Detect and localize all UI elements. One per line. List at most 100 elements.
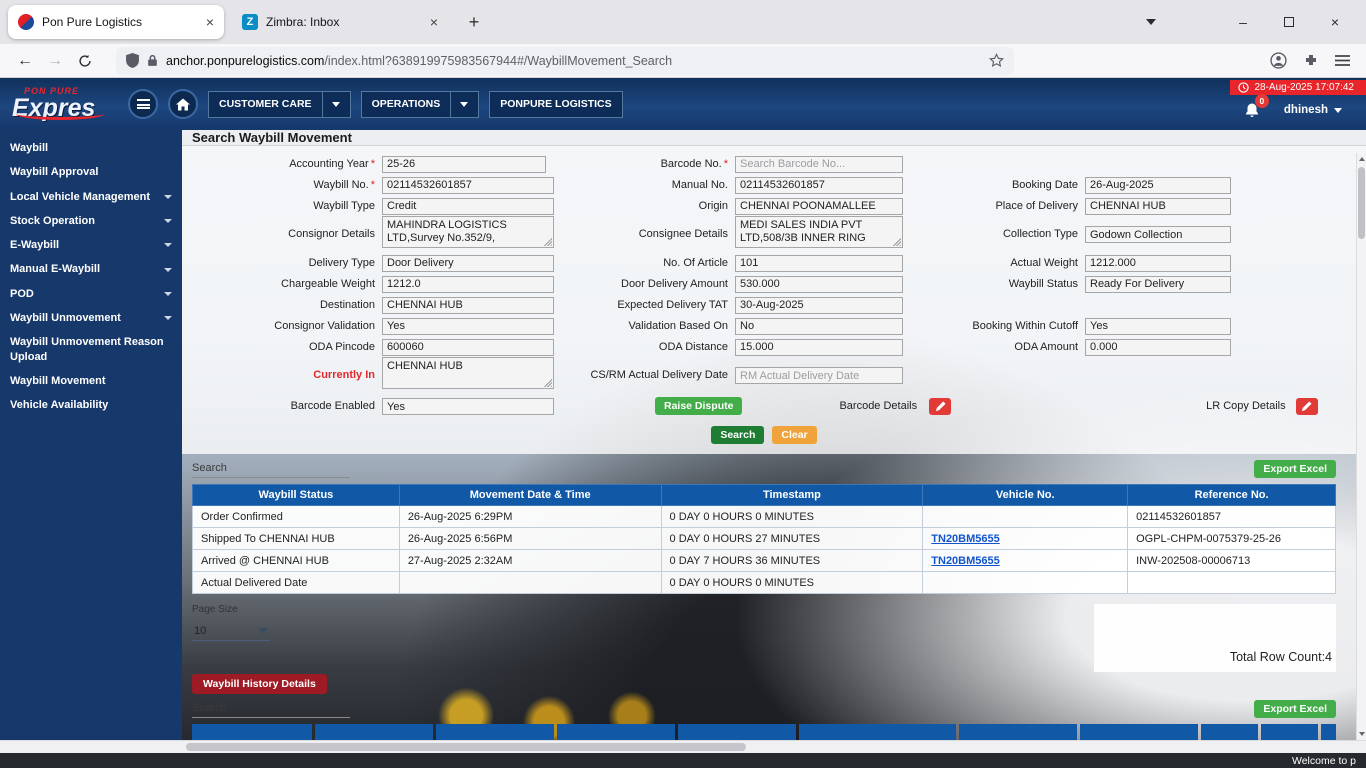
reload-icon[interactable] xyxy=(70,47,100,75)
tab-close-icon[interactable]: × xyxy=(206,14,214,30)
app-logo: PON PURE Expres xyxy=(8,87,118,121)
manual-no-input[interactable] xyxy=(735,176,903,194)
shield-icon[interactable] xyxy=(126,53,139,68)
consignor-details-textarea[interactable]: MAHINDRA LOGISTICS LTD,Survey No.352/9, … xyxy=(382,215,554,248)
oda-distance-input[interactable] xyxy=(735,338,903,356)
table-row: Shipped To CHENNAI HUB 26-Aug-2025 6:56P… xyxy=(192,527,1336,550)
window-controls: – × xyxy=(1128,0,1358,44)
sidebar-item-pod[interactable]: POD xyxy=(0,282,182,306)
raise-dispute-button[interactable]: Raise Dispute xyxy=(655,397,743,415)
delivery-type-input[interactable] xyxy=(382,254,554,272)
history-search-input[interactable]: Search xyxy=(192,702,350,718)
zimbra-favicon: Z xyxy=(242,14,258,30)
history-export-excel-button[interactable]: Export Excel xyxy=(1254,700,1336,718)
destination-input[interactable] xyxy=(382,296,554,314)
barcode-enabled-input[interactable] xyxy=(382,398,554,416)
nav-label: CUSTOMER CARE xyxy=(219,98,312,110)
place-of-delivery-input[interactable] xyxy=(1085,197,1231,215)
vehicle-link[interactable]: TN20BM5655 xyxy=(931,533,999,545)
forward-icon[interactable]: → xyxy=(40,47,70,75)
barcode-no-input[interactable] xyxy=(735,155,903,173)
sidebar-item-waybill-approval[interactable]: Waybill Approval xyxy=(0,160,182,184)
vertical-scrollbar[interactable] xyxy=(1356,153,1366,740)
oda-amount-label: ODA Amount xyxy=(1014,340,1078,353)
oda-amount-input[interactable] xyxy=(1085,338,1231,356)
actual-weight-label: Actual Weight xyxy=(1010,256,1078,269)
page-size-select[interactable]: 10 xyxy=(192,622,270,641)
sidebar-item-vehicle-availability[interactable]: Vehicle Availability xyxy=(0,393,182,417)
sidebar-item-e-waybill[interactable]: E-Waybill xyxy=(0,233,182,257)
tab-zimbra-inbox[interactable]: Z Zimbra: Inbox × xyxy=(232,5,448,39)
tab-title: Zimbra: Inbox xyxy=(266,15,340,29)
home-icon xyxy=(176,98,190,110)
sidebar-item-waybill-movement[interactable]: Waybill Movement xyxy=(0,369,182,393)
header-right: 0 dhinesh xyxy=(1244,93,1358,119)
collection-type-label: Collection Type xyxy=(1002,228,1078,240)
barcode-details-edit-button[interactable] xyxy=(929,397,952,415)
oda-distance-label: ODA Distance xyxy=(658,340,728,353)
url-bar[interactable]: anchor.ponpurelogistics.com/index.html?6… xyxy=(116,46,1014,75)
close-window-button[interactable]: × xyxy=(1312,0,1358,44)
actual-weight-input[interactable] xyxy=(1085,254,1231,272)
chargeable-weight-input[interactable] xyxy=(382,275,554,293)
waybill-no-input[interactable] xyxy=(382,176,554,194)
bookmark-star-icon[interactable] xyxy=(989,53,1004,68)
sidebar-item-waybill-unmovement-reason-upload[interactable]: Waybill Unmovement Reason Upload xyxy=(0,330,182,369)
export-excel-button[interactable]: Export Excel xyxy=(1254,460,1336,478)
horizontal-scrollbar[interactable] xyxy=(0,740,1366,753)
scroll-up-icon[interactable] xyxy=(1357,153,1366,165)
booking-within-cutoff-input[interactable] xyxy=(1085,317,1231,335)
back-icon[interactable]: ← xyxy=(10,47,40,75)
door-delivery-amount-input[interactable] xyxy=(735,275,903,293)
results-search-input[interactable]: Search xyxy=(192,462,350,478)
maximize-button[interactable] xyxy=(1266,0,1312,44)
waybill-status-input[interactable] xyxy=(1085,275,1231,293)
scroll-down-icon[interactable] xyxy=(1357,728,1366,740)
accounting-year-label: Accounting Year xyxy=(289,157,369,170)
nav-operations[interactable]: OPERATIONS xyxy=(360,90,480,118)
oda-pincode-input[interactable] xyxy=(382,338,554,356)
extensions-icon[interactable] xyxy=(1303,53,1319,69)
booking-within-cutoff-label: Booking Within Cutoff xyxy=(972,319,1078,332)
search-button[interactable]: Search xyxy=(711,426,765,444)
booking-date-input[interactable] xyxy=(1085,176,1231,194)
clear-button[interactable]: Clear xyxy=(772,426,817,444)
sidebar-item-waybill-unmovement[interactable]: Waybill Unmovement xyxy=(0,306,182,330)
notifications-button[interactable]: 0 xyxy=(1244,93,1269,119)
nav-customer-care[interactable]: CUSTOMER CARE xyxy=(208,90,351,118)
scrollbar-thumb[interactable] xyxy=(1358,167,1365,239)
sidebar-item-manual-e-waybill[interactable]: Manual E-Waybill xyxy=(0,257,182,281)
waybill-type-input[interactable] xyxy=(382,197,554,215)
currently-in-textarea[interactable]: CHENNAI HUB xyxy=(382,356,554,389)
expected-delivery-tat-input[interactable] xyxy=(735,296,903,314)
nav-ponpure-logistics[interactable]: PONPURE LOGISTICS xyxy=(489,90,623,118)
tab-pon-pure-logistics[interactable]: Pon Pure Logistics × xyxy=(8,5,224,39)
sidebar-item-stock-operation[interactable]: Stock Operation xyxy=(0,209,182,233)
minimize-button[interactable]: – xyxy=(1220,0,1266,44)
sidebar-item-waybill[interactable]: Waybill xyxy=(0,136,182,160)
menu-toggle-button[interactable] xyxy=(128,89,158,119)
lr-copy-details-edit-button[interactable] xyxy=(1295,397,1318,415)
waybill-history-details-button[interactable]: Waybill History Details xyxy=(192,674,327,694)
tab-close-icon[interactable]: × xyxy=(430,14,438,30)
menu-icon[interactable] xyxy=(1335,54,1350,67)
scrollbar-thumb[interactable] xyxy=(186,743,746,751)
user-menu[interactable]: dhinesh xyxy=(1284,104,1342,116)
no-of-article-input[interactable] xyxy=(735,254,903,272)
validation-based-on-input[interactable] xyxy=(735,317,903,335)
cs-rm-actual-delivery-date-input[interactable] xyxy=(735,367,903,385)
consignor-validation-input[interactable] xyxy=(382,317,554,335)
origin-input[interactable] xyxy=(735,197,903,215)
accounting-year-input[interactable] xyxy=(382,155,546,173)
vehicle-link[interactable]: TN20BM5655 xyxy=(931,555,999,567)
collection-type-input[interactable] xyxy=(1085,226,1231,244)
lock-icon[interactable] xyxy=(147,54,158,67)
home-button[interactable] xyxy=(168,89,198,119)
consignee-details-textarea[interactable]: MEDI SALES INDIA PVT LTD,508/3B INNER RI… xyxy=(735,215,903,248)
account-icon[interactable] xyxy=(1270,52,1287,69)
sidebar-item-local-vehicle-management[interactable]: Local Vehicle Management xyxy=(0,185,182,209)
new-tab-button[interactable]: + xyxy=(460,8,488,36)
results-meta: Page Size 10 Total Row Count:4 xyxy=(182,604,1366,672)
list-tabs-icon[interactable] xyxy=(1128,0,1174,44)
waybill-status-label: Waybill Status xyxy=(1008,277,1078,290)
